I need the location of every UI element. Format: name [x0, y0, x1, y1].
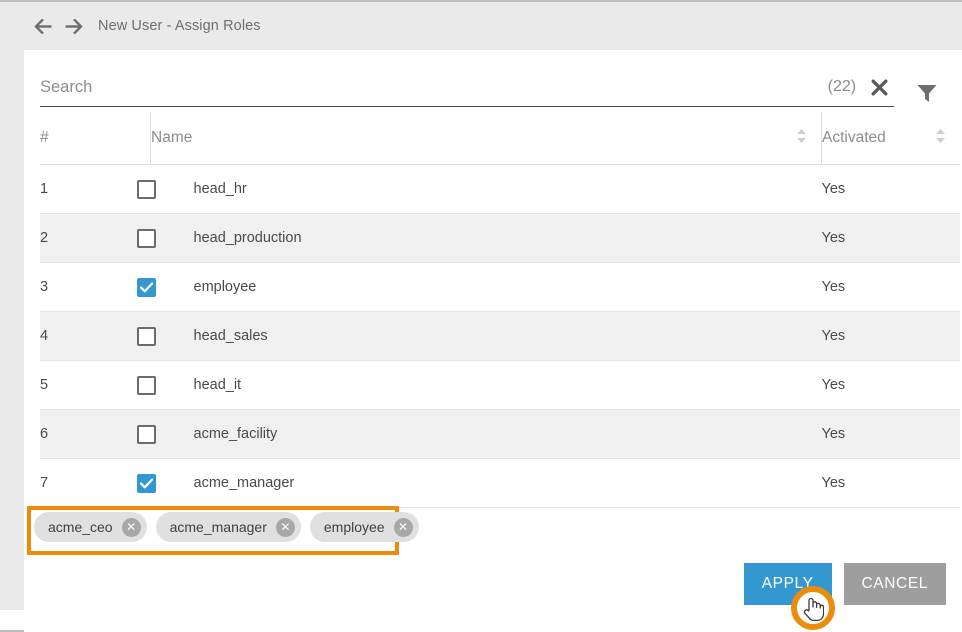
- cell-name: head_sales: [151, 312, 822, 361]
- table-row[interactable]: 7 acme_manager Yes: [40, 459, 960, 508]
- row-checkbox[interactable]: [137, 376, 156, 395]
- role-name-label: head_sales: [194, 328, 268, 344]
- result-count: (22): [828, 78, 856, 96]
- cancel-button[interactable]: CANCEL: [844, 563, 946, 605]
- roles-table: # Name: [40, 112, 960, 508]
- cell-activated: Yes: [822, 410, 961, 459]
- filter-funnel-icon[interactable]: [908, 72, 946, 114]
- cell-name: head_it: [151, 361, 822, 410]
- cell-num: 2: [40, 214, 151, 263]
- chip-remove-icon[interactable]: ✕: [394, 518, 413, 537]
- row-checkbox[interactable]: [137, 425, 156, 444]
- cell-activated: Yes: [822, 361, 961, 410]
- cell-name: acme_manager: [151, 459, 822, 508]
- chip-acme-ceo[interactable]: acme_ceo ✕: [34, 512, 147, 542]
- cell-num: 4: [40, 312, 151, 361]
- table-head: # Name: [40, 112, 960, 165]
- chip-remove-icon[interactable]: ✕: [276, 518, 295, 537]
- row-checkbox[interactable]: [137, 278, 156, 297]
- pointing-hand-cursor-icon: [802, 595, 824, 621]
- row-checkbox[interactable]: [137, 474, 156, 493]
- sort-toggle-icon-activated[interactable]: [935, 127, 946, 150]
- cursor-highlight-ring: [791, 586, 835, 630]
- left-gutter: [0, 50, 24, 610]
- row-checkbox[interactable]: [137, 327, 156, 346]
- chip-label: acme_ceo: [48, 519, 113, 535]
- cell-num: 3: [40, 263, 151, 312]
- column-label-activated: Activated: [822, 129, 886, 147]
- chip-employee[interactable]: employee ✕: [310, 512, 419, 542]
- role-name-label: head_hr: [194, 181, 247, 197]
- arrow-left-icon[interactable]: [32, 15, 54, 37]
- table-row[interactable]: 2 head_production Yes: [40, 214, 960, 263]
- chip-label: acme_manager: [170, 519, 267, 535]
- search-input[interactable]: [40, 78, 828, 97]
- app-window: New User - Assign Roles (22): [0, 0, 962, 632]
- breadcrumb: New User - Assign Roles: [98, 18, 261, 34]
- role-name-label: head_production: [194, 230, 302, 246]
- cell-name: head_production: [151, 214, 822, 263]
- dialog-footer: APPLY CANCEL: [744, 563, 946, 605]
- table-header-row: # Name: [40, 112, 960, 165]
- cell-name: employee: [151, 263, 822, 312]
- cell-activated: Yes: [822, 312, 961, 361]
- breadcrumb-bar: New User - Assign Roles: [0, 0, 962, 50]
- row-checkbox[interactable]: [137, 180, 156, 199]
- cell-name: head_hr: [151, 165, 822, 214]
- cell-activated: Yes: [822, 263, 961, 312]
- cell-activated: Yes: [822, 214, 961, 263]
- sort-toggle-icon-name[interactable]: [796, 127, 807, 150]
- chip-acme-manager[interactable]: acme_manager ✕: [156, 512, 301, 542]
- cell-num: 1: [40, 165, 151, 214]
- arrow-right-icon[interactable]: [62, 15, 84, 37]
- table-row[interactable]: 4 head_sales Yes: [40, 312, 960, 361]
- cell-activated: Yes: [822, 459, 961, 508]
- column-label-num: #: [40, 129, 49, 146]
- cell-num: 6: [40, 410, 151, 459]
- column-label-name: Name: [151, 129, 192, 147]
- cell-name: acme_facility: [151, 410, 822, 459]
- clear-x-icon[interactable]: [868, 76, 890, 98]
- chip-label: employee: [324, 519, 385, 535]
- column-header-name[interactable]: Name: [151, 112, 822, 165]
- role-name-label: acme_manager: [194, 475, 295, 491]
- table-row[interactable]: 6 acme_facility Yes: [40, 410, 960, 459]
- role-name-label: head_it: [194, 377, 242, 393]
- search-field: (22): [40, 62, 894, 107]
- cell-activated: Yes: [822, 165, 961, 214]
- assign-roles-panel: (22) #: [24, 50, 962, 632]
- role-name-label: employee: [194, 279, 257, 295]
- cell-num: 5: [40, 361, 151, 410]
- cell-num: 7: [40, 459, 151, 508]
- roles-table-wrap: # Name: [40, 112, 946, 556]
- chip-remove-icon[interactable]: ✕: [122, 518, 141, 537]
- table-row[interactable]: 1 head_hr Yes: [40, 165, 960, 214]
- table-row[interactable]: 5 head_it Yes: [40, 361, 960, 410]
- row-checkbox[interactable]: [137, 229, 156, 248]
- selected-roles-chips: acme_ceo ✕ acme_manager ✕ employee ✕: [34, 512, 419, 542]
- role-name-label: acme_facility: [194, 426, 278, 442]
- column-header-num[interactable]: #: [40, 112, 151, 165]
- table-row[interactable]: 3 employee Yes: [40, 263, 960, 312]
- column-header-activated[interactable]: Activated: [822, 112, 961, 165]
- table-body: 1 head_hr Yes 2: [40, 165, 960, 508]
